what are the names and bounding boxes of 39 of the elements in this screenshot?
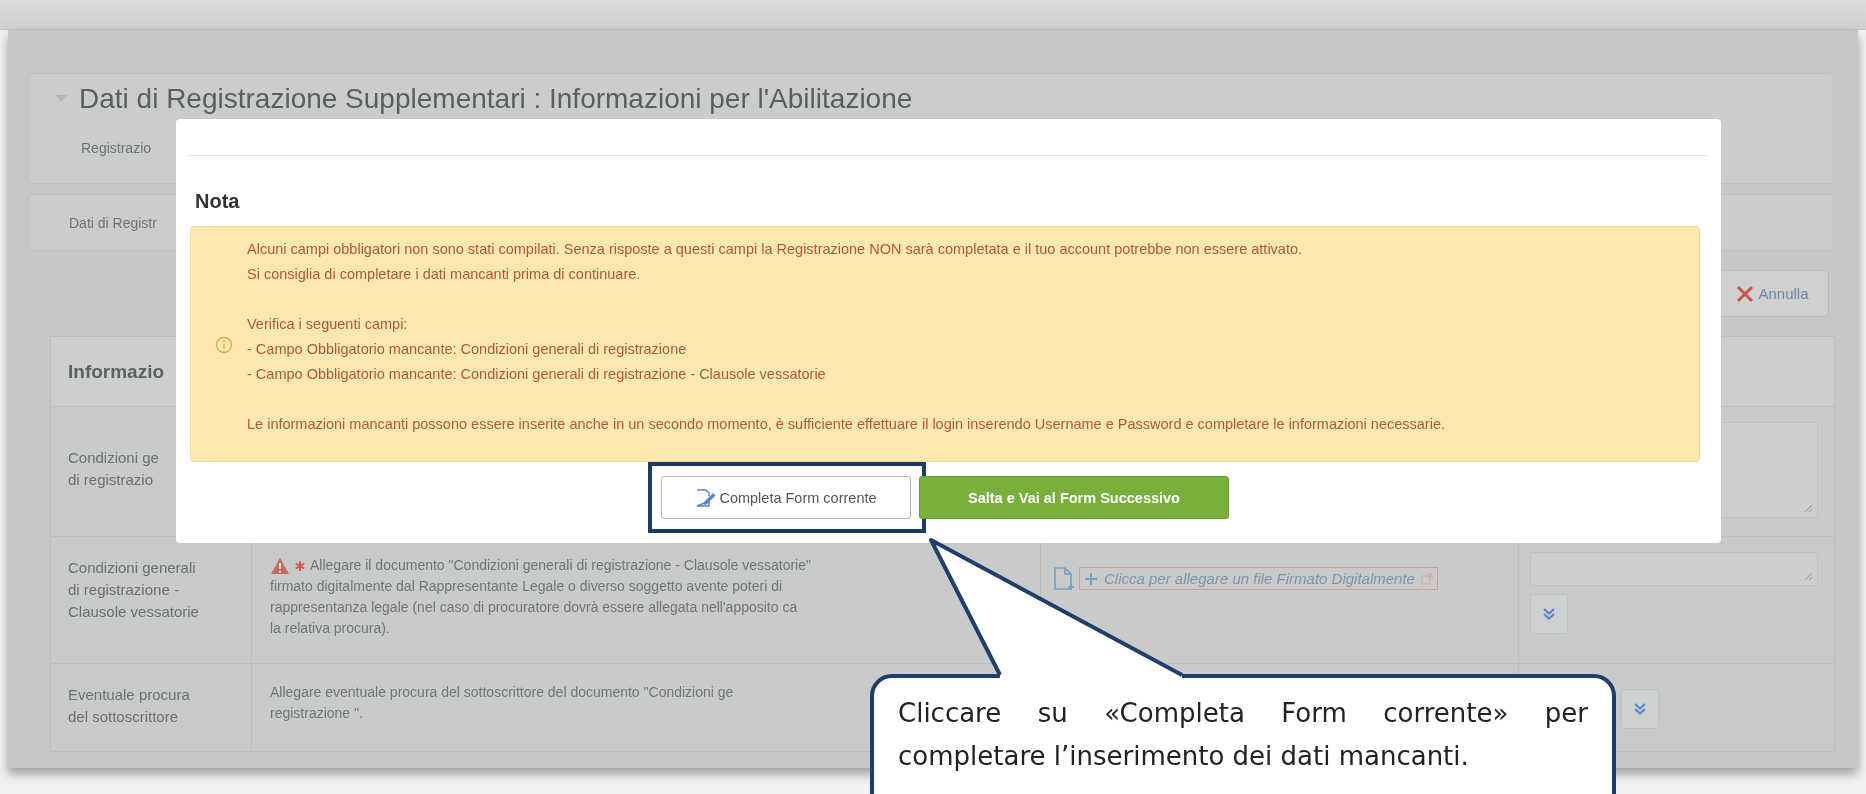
field-description: rappresentanza legale (nel caso di procuratore dovrà essere allegata nell'apposito ca (270, 598, 798, 617)
file-icon (1053, 567, 1075, 593)
alert-text: - Campo Obbligatorio mancante: Condizioni generali di registrazione - Clausole vessatorie (247, 365, 826, 384)
expand-button[interactable] (1530, 594, 1568, 634)
field-description: firmato digitalmente dal Rappresentante Legale o diverso soggetto avente poteri di (270, 577, 783, 596)
section-title: Informazio (68, 360, 165, 383)
resize-grip-icon (1804, 572, 1813, 581)
modal-title: Nota (194, 190, 240, 212)
info-icon (215, 336, 233, 354)
field-description: registrazione ". (270, 704, 363, 723)
edit-document-icon (695, 487, 718, 508)
attach-file-link[interactable]: Clicca per allegare un file Firmato Digitalmente (1079, 567, 1438, 590)
alert-text: Le informazioni mancanti possono essere inserite anche in un secondo momento, è sufficiente effettuare il login inserendo Username e Password e completare le informazioni necessarie. (247, 415, 1445, 434)
field-label: Eventuale procura del sottoscrittore (68, 685, 190, 727)
field-label: Condizioni generali di registrazione - Clausole vessatorie (68, 558, 199, 622)
field-label: Condizioni ge di registrazio (68, 448, 159, 490)
chevron-down-icon (1633, 702, 1647, 716)
field-description: Allegare eventuale procura del sottoscrittore del documento "Condizioni ge (270, 683, 734, 702)
breadcrumb-item[interactable]: Dati di Registr (69, 214, 157, 231)
resize-grip-icon (1804, 504, 1813, 513)
field-description: Allegare il documento "Condizioni generali di registrazione - Clausole vessatorie" (310, 556, 811, 575)
alert-text: - Campo Obbligatorio mancante: Condizioni generali di registrazione (247, 340, 687, 359)
notes-field[interactable] (1530, 552, 1818, 586)
page-subtitle: Registrazio (81, 140, 153, 156)
chevron-down-icon (1542, 607, 1556, 621)
alert-text: Verifica i seguenti campi: (247, 315, 408, 334)
alert-text: Si consiglia di completare i dati mancanti prima di continuare. (247, 265, 641, 284)
plus-icon (1084, 571, 1098, 586)
external-link-icon (1420, 572, 1433, 585)
alert-text: Alcuni campi obbligatori non sono stati compilati. Senza risposte a questi campi la Registrazione NON sarà completata e il tuo account potrebbe non essere attivato. (247, 240, 1303, 259)
complete-form-button[interactable]: Completa Form corrente (661, 476, 911, 519)
required-icon (294, 559, 306, 572)
page-title: Dati di Registrazione Supplementari : Informazioni per l'Abilitazione (79, 82, 913, 116)
attach-label: Clicca per allegare un file Firmato Digitalmente (1104, 570, 1415, 587)
expand-button[interactable] (1621, 689, 1659, 729)
skip-button[interactable]: Salta e Vai al Form Successivo (919, 476, 1229, 519)
callout-text: Cliccare su «Completa Form corrente» per completare l’inserimento dei dati mancanti. (898, 697, 1588, 773)
close-icon (1736, 284, 1755, 303)
field-description: la relativa procura). (270, 619, 390, 638)
